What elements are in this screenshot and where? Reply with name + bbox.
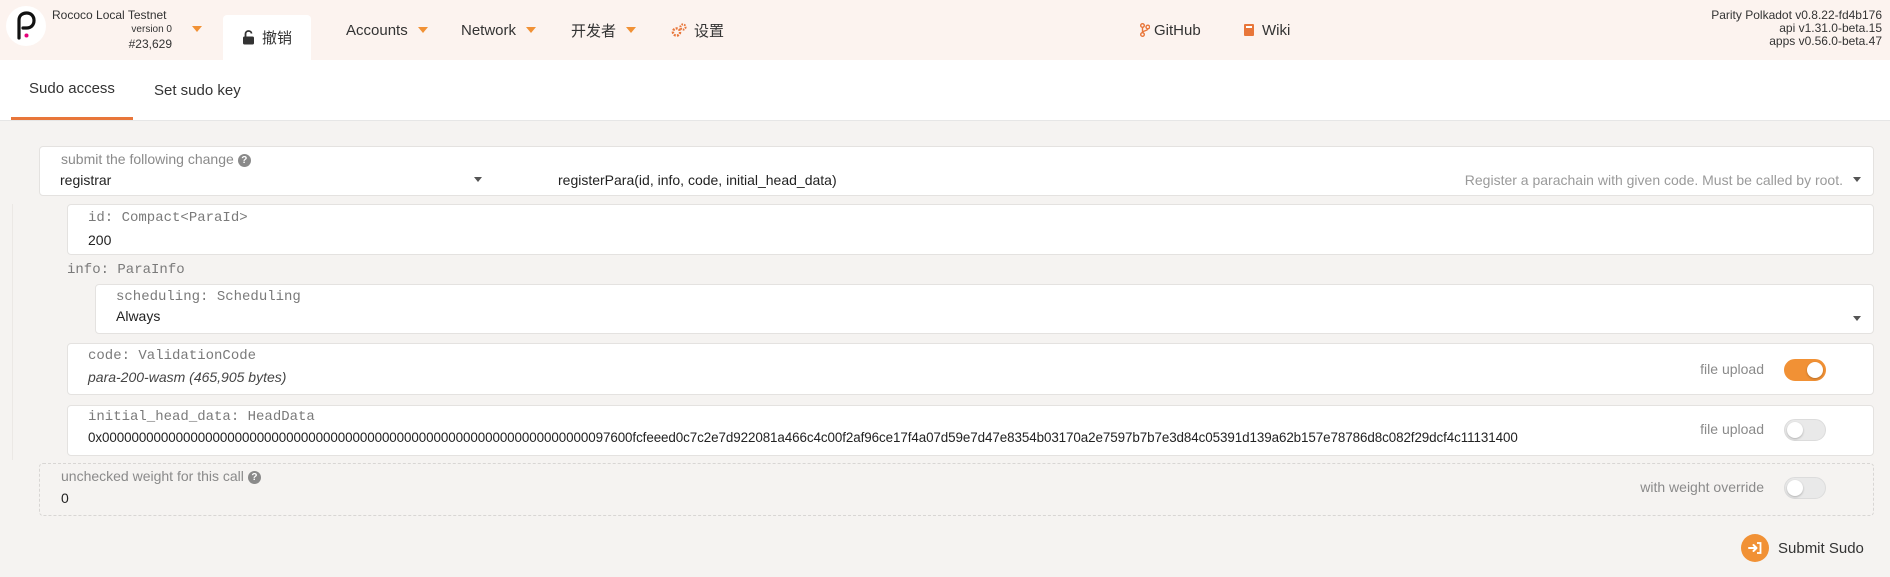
- param-info-label: info: ParaInfo: [67, 262, 185, 278]
- chevron-down-icon: [417, 27, 428, 33]
- gears-icon: [671, 22, 687, 38]
- tab-label: Set sudo key: [154, 81, 241, 99]
- nav-item-revoke[interactable]: 撤销: [223, 15, 311, 60]
- param-code-file-info: para-200-wasm (465,905 bytes): [88, 369, 287, 385]
- sign-in-icon: [1741, 534, 1769, 562]
- nav-item-accounts[interactable]: Accounts: [346, 0, 428, 60]
- head-data-file-upload-toggle[interactable]: [1784, 419, 1826, 441]
- param-code-field[interactable]: code: ValidationCode para-200-wasm (465,…: [67, 343, 1874, 395]
- code-file-upload-toggle[interactable]: [1784, 359, 1826, 381]
- file-upload-label: file upload: [1700, 421, 1764, 437]
- weight-override-label: with weight override: [1640, 479, 1764, 495]
- submit-sudo-button[interactable]: Submit Sudo: [1741, 534, 1864, 562]
- nav-item-developer[interactable]: 开发者: [571, 0, 637, 60]
- weight-label: unchecked weight for this call?: [61, 468, 261, 484]
- code-branch-icon: [1140, 23, 1150, 37]
- nav-item-network[interactable]: Network: [461, 0, 537, 60]
- nav-link-label: Wiki: [1262, 21, 1291, 39]
- nav-item-label: 设置: [694, 22, 725, 40]
- module-dropdown[interactable]: registrar: [40, 147, 492, 195]
- nav-link-github[interactable]: GitHub: [1140, 0, 1201, 60]
- unlock-icon: [242, 30, 255, 45]
- module-selected-value: registrar: [60, 172, 112, 188]
- tab-set-sudo-key[interactable]: Set sudo key: [154, 60, 241, 120]
- chevron-down-icon: [1853, 316, 1861, 321]
- sudo-tabs: Sudo access Set sudo key: [0, 60, 1890, 121]
- chevron-down-icon: [474, 177, 482, 182]
- polkadot-logo-icon: [17, 11, 36, 40]
- param-head-data-label: initial_head_data: HeadData: [88, 409, 315, 425]
- weight-input[interactable]: 0: [61, 490, 69, 506]
- nav-item-label: 撤销: [261, 30, 292, 47]
- nav-link-wiki[interactable]: Wiki: [1243, 0, 1290, 60]
- param-id-input[interactable]: 200: [88, 232, 111, 248]
- param-id-label: id: Compact<ParaId>: [88, 210, 248, 226]
- best-block-number: #23,629: [128, 37, 172, 51]
- extrinsic-selector: submit the following change? registrar r…: [39, 146, 1874, 196]
- chain-name: Rococo Local Testnet: [52, 8, 167, 22]
- param-code-label: code: ValidationCode: [88, 348, 257, 364]
- polkadot-logo[interactable]: [6, 6, 46, 46]
- help-icon[interactable]: ?: [247, 471, 261, 484]
- param-scheduling-value: Always: [116, 308, 161, 324]
- method-description: Register a parachain with given code. Mu…: [1464, 172, 1843, 188]
- method-dropdown[interactable]: registerPara(id, info, code, initial_hea…: [520, 147, 1873, 195]
- nav-item-label: 开发者: [571, 22, 617, 40]
- param-head-data-input[interactable]: 0x00000000000000000000000000000000000000…: [88, 430, 1518, 445]
- chevron-down-icon: [192, 26, 202, 32]
- chevron-down-icon: [626, 27, 637, 33]
- version-info: Parity Polkadot v0.8.22-fd4b176 api v1.3…: [1711, 9, 1882, 48]
- method-selected-value: registerPara(id, info, code, initial_hea…: [558, 172, 837, 188]
- nav-link-label: GitHub: [1154, 21, 1201, 39]
- chain-version: version 0: [131, 24, 172, 35]
- params-indent-rail: [12, 204, 13, 460]
- nav-item-label: Accounts: [346, 21, 408, 39]
- nav-item-label: Network: [461, 21, 517, 39]
- tab-label: Sudo access: [29, 80, 115, 97]
- chevron-down-icon: [526, 27, 537, 33]
- chain-selector[interactable]: Rococo Local Testnet version 0 #23,629: [52, 8, 202, 51]
- weight-override-toggle[interactable]: [1784, 477, 1826, 499]
- nav-item-settings[interactable]: 设置: [671, 0, 724, 60]
- file-upload-label: file upload: [1700, 361, 1764, 377]
- param-scheduling-label: scheduling: Scheduling: [116, 289, 301, 305]
- chevron-down-icon: [1853, 177, 1861, 182]
- book-icon: [1243, 23, 1255, 37]
- apps-version: apps v0.56.0-beta.47: [1769, 34, 1882, 48]
- param-scheduling-dropdown[interactable]: scheduling: Scheduling Always: [95, 284, 1874, 334]
- submit-sudo-label: Submit Sudo: [1778, 539, 1864, 557]
- tab-sudo-access[interactable]: Sudo access: [11, 60, 133, 120]
- weight-field: unchecked weight for this call? 0 with w…: [39, 463, 1874, 516]
- top-navigation-bar: Rococo Local Testnet version 0 #23,629 撤…: [0, 0, 1890, 60]
- param-head-data-field[interactable]: initial_head_data: HeadData 0x0000000000…: [67, 405, 1874, 456]
- param-id-field[interactable]: id: Compact<ParaId> 200: [67, 204, 1874, 255]
